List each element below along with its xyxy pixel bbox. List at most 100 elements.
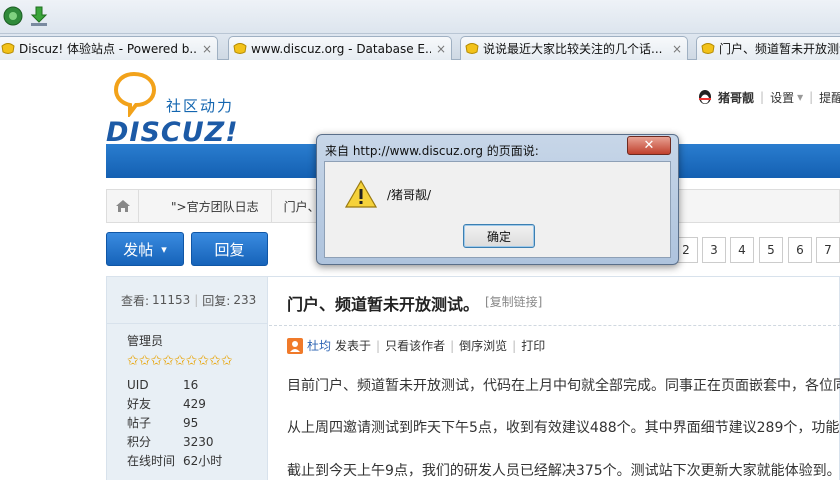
tab-portal-thread[interactable]: 门户、频道暂未开放测试 <box>696 36 840 60</box>
thread-post: 查看: 11153 | 回复: 233 管理员 ✩✩✩✩✩✩✩✩✩ UID 16 … <box>106 276 840 480</box>
discuz-favicon-icon <box>1 42 15 56</box>
copy-link-button[interactable]: [复制链接] <box>485 293 542 310</box>
stat-value: 62小时 <box>183 454 223 468</box>
views-label: 查看: <box>121 293 150 308</box>
tab-topics[interactable]: 说说最近大家比较关注的几个话... × <box>460 36 688 60</box>
divider <box>269 325 840 326</box>
post-content: 门户、频道暂未开放测试。 [复制链接] 杜均 发表于 | 只看该作者 | 倒序浏… <box>269 277 840 480</box>
chevron-down-icon: ▾ <box>161 242 167 256</box>
user-bar: 猪哥靓 | 设置 ▾ | 提醒 <box>696 89 840 105</box>
stat-key: 在线时间 <box>127 454 176 468</box>
page-link[interactable]: 7 <box>816 237 840 263</box>
separator: | <box>376 338 381 353</box>
page-link[interactable]: 3 <box>702 237 726 263</box>
discuz-favicon-icon <box>233 42 247 56</box>
author-link[interactable]: 杜均 <box>307 337 331 354</box>
profile-stats-table: UID 16 好友 429 帖子 95 积分 3230 在线时间 62小时 <box>127 375 222 470</box>
speech-bubble-logo-icon <box>113 71 157 117</box>
dialog-body: /猪哥靓/ 确定 <box>324 161 671 258</box>
replies-count: 233 <box>233 293 257 307</box>
username-link[interactable]: 猪哥靓 <box>718 89 754 106</box>
new-post-button[interactable]: 发帖 ▾ <box>106 232 184 266</box>
reverse-order-link[interactable]: 倒序浏览 <box>459 337 507 354</box>
tab-close-icon[interactable]: × <box>435 42 447 56</box>
user-role: 管理员 <box>127 334 164 348</box>
discuz-favicon-icon <box>701 42 715 56</box>
star-icon: ✩ <box>127 353 139 369</box>
post-paragraph: 截止到今天上午9点，我们的研发人员已经解决375个。测试站下次更新大家就能体验到… <box>287 463 840 479</box>
star-icon: ✩ <box>162 353 174 369</box>
stat-key: 积分 <box>127 435 152 449</box>
forum-page: 社区动力 DISCUZ! 猪哥靓 | 设置 ▾ | 提醒 ">官方团队日志 门户… <box>0 61 840 480</box>
profile-stat-row: 在线时间 62小时 <box>127 451 222 470</box>
thread-stats: 查看: 11153 | 回复: 233 <box>107 277 267 324</box>
dialog-message: /猪哥靓/ <box>387 188 432 202</box>
replies-label: 回复: <box>202 293 231 308</box>
thread-title: 门户、频道暂未开放测试。 <box>287 295 480 314</box>
tab-title: Discuz! 体验站点 - Powered b... <box>19 42 197 56</box>
star-icon: ✩ <box>209 353 221 369</box>
stat-value[interactable]: 16 <box>183 375 222 394</box>
stat-key: 帖子 <box>127 416 152 430</box>
new-post-label: 发帖 <box>123 240 154 259</box>
qq-penguin-icon <box>699 90 711 104</box>
tab-title: 门户、频道暂未开放测试 <box>719 42 840 56</box>
dialog-close-button[interactable]: ✕ <box>627 136 671 155</box>
logo-slogan: 社区动力 <box>166 97 235 115</box>
tab-bar: Discuz! 体验站点 - Powered b... × www.discuz… <box>0 34 840 60</box>
separator: | <box>809 90 814 104</box>
tab-title: 说说最近大家比较关注的几个话... <box>483 42 663 56</box>
star-icon: ✩ <box>150 353 163 369</box>
separator: | <box>450 338 455 353</box>
stat-value[interactable]: 3230 <box>183 432 222 451</box>
star-icon: ✩ <box>138 353 151 369</box>
star-icon: ✩ <box>185 353 198 369</box>
tab-discuz-demo[interactable]: Discuz! 体验站点 - Powered b... × <box>0 36 218 60</box>
star-icon: ✩ <box>220 353 233 369</box>
discuz-favicon-icon <box>465 42 479 56</box>
star-icon: ✩ <box>197 353 210 369</box>
post-meta: 杜均 发表于 | 只看该作者 | 倒序浏览 | 打印 <box>287 337 545 354</box>
tab-close-icon[interactable]: × <box>671 42 683 56</box>
globe-back-icon[interactable] <box>0 3 26 29</box>
download-icon[interactable] <box>26 3 52 29</box>
tab-title: www.discuz.org - Database E... <box>251 41 431 56</box>
ok-button[interactable]: 确定 <box>463 224 535 248</box>
page-link[interactable]: 4 <box>730 237 754 263</box>
tab-database-error[interactable]: www.discuz.org - Database E... × <box>228 36 452 60</box>
stat-value[interactable]: 429 <box>183 394 222 413</box>
page-link[interactable]: 5 <box>759 237 783 263</box>
stat-value[interactable]: 95 <box>183 413 222 432</box>
star-icon: ✩ <box>173 353 186 369</box>
tab-close-icon[interactable]: × <box>201 42 213 56</box>
browser-toolbar <box>0 0 840 34</box>
separator: | <box>512 338 517 353</box>
stat-key: UID <box>127 377 149 392</box>
home-icon[interactable] <box>107 190 139 222</box>
post-paragraph: 目前门户、频道暂未开放测试，代码在上月中旬就全部完成。同事正在页面嵌套中，各位同 <box>287 378 840 394</box>
user-avatar-icon <box>287 337 303 354</box>
author-sidebar: 查看: 11153 | 回复: 233 管理员 ✩✩✩✩✩✩✩✩✩ UID 16 … <box>107 277 268 480</box>
profile-stat-row: 帖子 95 <box>127 413 222 432</box>
post-paragraph: 从上周四邀请测试到昨天下午5点，收到有效建议488个。其中界面细节建议289个，… <box>287 420 840 436</box>
separator: | <box>194 293 199 307</box>
settings-link[interactable]: 设置 <box>770 89 794 106</box>
reply-button[interactable]: 回复 <box>191 232 268 266</box>
breadcrumb-item[interactable]: ">官方团队日志 <box>139 190 272 222</box>
profile-stat-row: 积分 3230 <box>127 432 222 451</box>
profile-stat-row: UID 16 <box>127 375 222 394</box>
chevron-down-icon: ▾ <box>797 90 804 104</box>
reply-label: 回复 <box>214 240 245 259</box>
rank-stars: ✩✩✩✩✩✩✩✩✩ <box>107 349 257 369</box>
discuz-logo[interactable]: 社区动力 DISCUZ! <box>104 71 244 148</box>
profile-stat-row: 好友 429 <box>127 394 222 413</box>
page-link[interactable]: 6 <box>788 237 812 263</box>
print-link[interactable]: 打印 <box>521 337 545 354</box>
views-count: 11153 <box>152 293 191 307</box>
remind-link[interactable]: 提醒 <box>819 89 840 106</box>
only-author-link[interactable]: 只看该作者 <box>385 337 445 354</box>
warning-icon <box>345 180 377 208</box>
stat-key: 好友 <box>127 397 152 411</box>
separator: | <box>760 90 765 104</box>
dialog-title: 来自 http://www.discuz.org 的页面说: <box>325 144 539 158</box>
